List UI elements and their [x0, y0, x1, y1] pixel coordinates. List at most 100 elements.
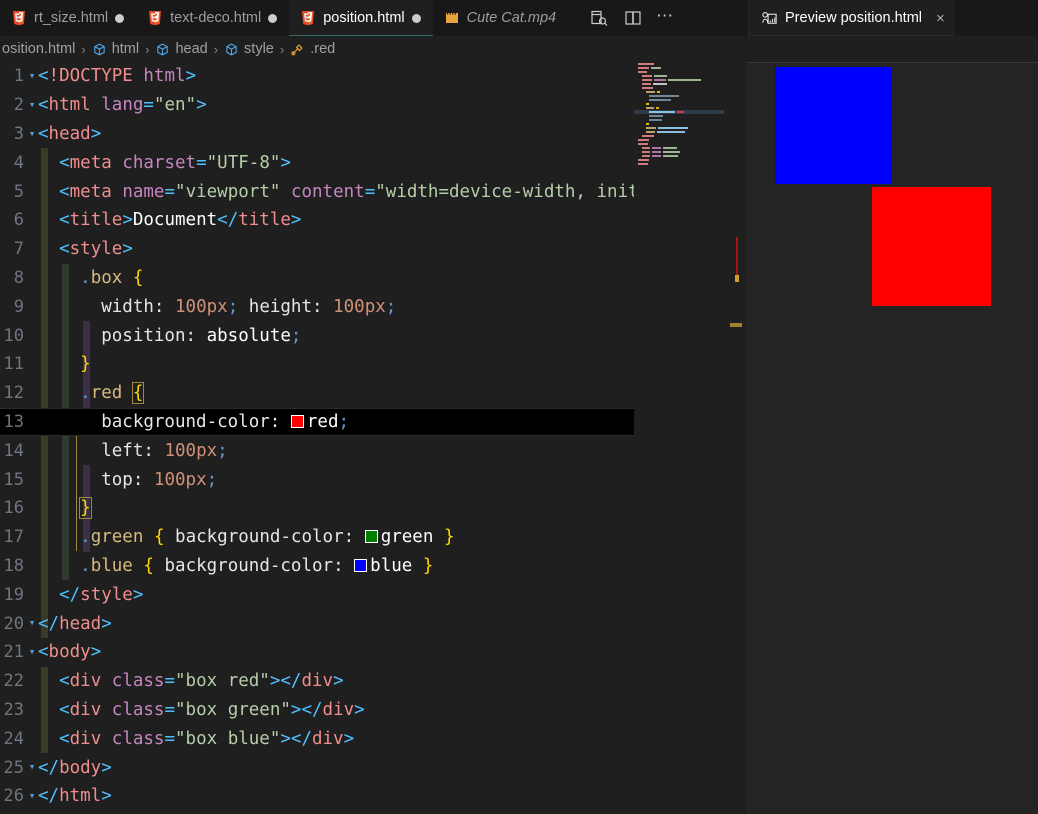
- line-number: 1: [13, 66, 24, 87]
- line-content: .green { background-color: green }: [80, 527, 455, 548]
- tab-dirty-indicator[interactable]: [268, 13, 278, 23]
- line-content: background-color: red;: [101, 411, 350, 432]
- line-content: <meta charset="UTF-8">: [59, 152, 291, 173]
- line-content: <!DOCTYPE html>: [38, 66, 197, 87]
- line-number: 14: [3, 440, 24, 461]
- line-number: 6: [13, 210, 24, 231]
- breadcrumb-label: osition.html: [2, 41, 76, 57]
- line-number: 21: [3, 642, 24, 663]
- minimap-line: [634, 162, 724, 166]
- color-swatch-green[interactable]: [364, 530, 378, 544]
- line-number: 9: [13, 296, 24, 317]
- tab-rt-size-html[interactable]: rt_size.html: [0, 0, 137, 36]
- preview-icon: [761, 10, 777, 26]
- line-number: 13: [3, 411, 24, 432]
- editor-actions: ⋯: [568, 0, 689, 36]
- line-number: 17: [3, 527, 24, 548]
- symbol-field-icon: [224, 42, 239, 57]
- breadcrumb-item-file[interactable]: osition.html: [0, 41, 77, 57]
- video-icon: [444, 10, 460, 26]
- line-number: 5: [13, 181, 24, 202]
- overview-ruler[interactable]: [724, 62, 748, 814]
- breadcrumb-separator: ›: [145, 41, 150, 57]
- symbol-field-icon: [155, 42, 170, 57]
- line-content: <html lang="en">: [38, 95, 207, 116]
- line-number: 26: [3, 786, 24, 807]
- line-content: </body>: [38, 757, 112, 778]
- line-content: <div class="box red"></div>: [59, 671, 344, 692]
- breadcrumb-item-html[interactable]: html: [90, 41, 141, 57]
- line-content: position: absolute;: [101, 325, 302, 346]
- line-number: 18: [3, 555, 24, 576]
- breadcrumb-label: .red: [310, 41, 336, 57]
- breadcrumb-separator: ›: [213, 41, 219, 57]
- work-area: 1 ▾ <!DOCTYPE html> 2 ▾ <html lang="en">…: [0, 62, 1038, 814]
- color-swatch-red[interactable]: [290, 414, 304, 428]
- symbol-ruler-icon: [290, 42, 305, 57]
- more-actions-icon[interactable]: ⋯: [656, 7, 675, 29]
- vscode-window: rt_size.html text-deco.html position.htm…: [0, 0, 1038, 814]
- line-number: 15: [3, 469, 24, 490]
- line-content: <meta name="viewport" content="width=dev…: [59, 181, 660, 202]
- selection-marker[interactable]: [730, 323, 742, 327]
- minimap[interactable]: [634, 62, 724, 814]
- code-editor[interactable]: 1 ▾ <!DOCTYPE html> 2 ▾ <html lang="en">…: [0, 62, 748, 814]
- line-content: .blue { background-color: blue }: [80, 555, 434, 576]
- line-content: left: 100px;: [101, 440, 228, 461]
- editor-tab-bar: rt_size.html text-deco.html position.htm…: [0, 0, 1038, 36]
- tab-group-left: rt_size.html text-deco.html position.htm…: [0, 0, 569, 36]
- tab-preview-position-html[interactable]: Preview position.html ×: [749, 0, 955, 36]
- line-content: <head>: [38, 123, 102, 144]
- line-content: <body>: [38, 642, 102, 663]
- tab-position-html[interactable]: position.html: [289, 0, 434, 36]
- line-number: 3: [13, 123, 24, 144]
- tab-dirty-indicator[interactable]: [411, 13, 421, 23]
- line-number: 16: [3, 498, 24, 519]
- line-number: 10: [3, 325, 24, 346]
- tab-group-right: Preview position.html ×: [748, 0, 1038, 36]
- open-changes-icon[interactable]: [588, 7, 610, 29]
- line-content: .box {: [80, 267, 144, 288]
- line-number: 12: [3, 383, 24, 404]
- warning-marker[interactable]: [735, 275, 739, 282]
- preview-tab-label: Preview position.html: [785, 10, 922, 26]
- line-content: </html>: [38, 786, 112, 807]
- line-content: <title>Document</title>: [59, 210, 302, 231]
- color-swatch-blue[interactable]: [354, 558, 368, 572]
- breadcrumb: osition.html › html › head › style › .re…: [0, 36, 748, 62]
- symbol-field-icon: [92, 42, 107, 57]
- breadcrumb-label: html: [111, 41, 140, 57]
- tab-dirty-indicator[interactable]: [115, 13, 125, 23]
- line-number: 22: [3, 671, 24, 692]
- html5-icon: [300, 10, 316, 26]
- close-icon[interactable]: ×: [936, 11, 945, 26]
- tab-text-deco-html[interactable]: text-deco.html: [136, 0, 290, 36]
- red-box: [872, 187, 991, 306]
- breadcrumb-item-style[interactable]: style: [222, 41, 276, 57]
- line-number: 24: [3, 728, 24, 749]
- line-content: </style>: [59, 584, 144, 605]
- preview-pane[interactable]: [748, 62, 1038, 814]
- line-content: }: [80, 354, 91, 375]
- preview-top-border: [748, 62, 1038, 63]
- breadcrumb-separator: ›: [81, 41, 86, 57]
- split-editor-icon[interactable]: [622, 7, 644, 29]
- line-number: 2: [13, 95, 24, 116]
- line-number: 25: [3, 757, 24, 778]
- tab-cute-cat-mp4[interactable]: Cute Cat.mp4: [432, 0, 569, 36]
- line-number: 8: [13, 267, 24, 288]
- tab-label: text-deco.html: [170, 9, 262, 26]
- line-number: 20: [3, 613, 24, 634]
- line-content: .red {: [80, 382, 145, 405]
- error-marker[interactable]: [736, 237, 738, 275]
- tab-label: position.html: [323, 9, 405, 26]
- line-content: <div class="box green"></div>: [59, 699, 365, 720]
- line-content: </head>: [38, 613, 112, 634]
- breadcrumb-item-red[interactable]: .red: [288, 41, 337, 57]
- line-number: 11: [3, 354, 24, 375]
- breadcrumb-item-head[interactable]: head: [153, 41, 209, 57]
- breadcrumb-label: head: [175, 41, 208, 57]
- blue-box: [775, 67, 892, 184]
- line-number: 4: [13, 152, 24, 173]
- line-number: 23: [3, 699, 24, 720]
